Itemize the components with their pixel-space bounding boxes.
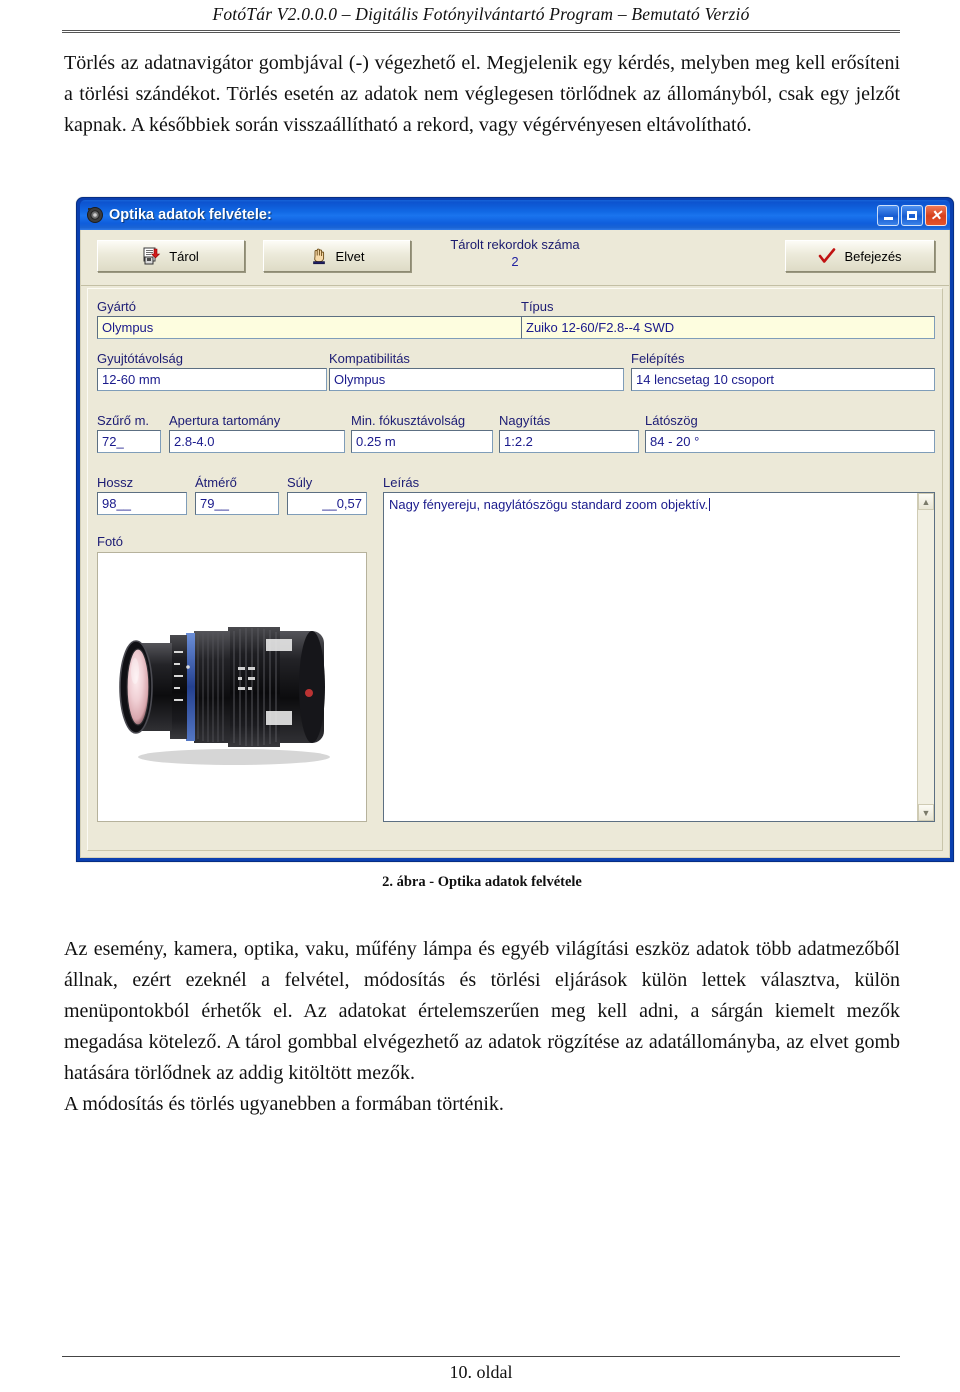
field-leiras-text-wrap[interactable]: Nagy fényereju, nagylátószögu standard z… — [384, 493, 917, 821]
field-kompatibilitas-input[interactable]: Olympus — [329, 368, 624, 391]
field-gyarto: Gyártó Olympus — [97, 298, 531, 339]
olympus-zoom-lens-photo — [119, 627, 330, 765]
field-szuro: Szűrő m. 72_ — [97, 412, 161, 453]
dialog-toolbar: Tárol Elvet Tárolt rekordok száma 2 Befe… — [81, 230, 949, 286]
field-felepites-input[interactable]: 14 lencsetag 10 csoport — [631, 368, 935, 391]
maximize-icon[interactable] — [901, 204, 923, 226]
field-leiras-label: Leírás — [383, 475, 420, 490]
close-icon[interactable]: ✕ — [925, 204, 947, 226]
dialog-titlebar: Optika adatok felvétele: ✕ — [80, 200, 950, 230]
field-min-fokusz: Min. fókusztávolság 0.25 m — [351, 412, 493, 453]
field-szuro-label: Szűrő m. — [97, 413, 150, 428]
field-atmero-input[interactable]: 79__ — [195, 492, 279, 515]
photo-label: Fotó — [97, 534, 124, 549]
page-number: 10. oldal — [449, 1362, 513, 1382]
save-disk-icon — [143, 247, 161, 265]
save-button-label: Tárol — [169, 248, 199, 264]
field-atmero-label: Átmérő — [195, 475, 237, 490]
field-apertura: Apertura tartomány 2.8-4.0 — [169, 412, 345, 453]
field-nagyitas: Nagyítás 1:2.2 — [499, 412, 639, 453]
field-nagyitas-input[interactable]: 1:2.2 — [499, 430, 639, 453]
field-latoszog-input[interactable]: 84 - 20 ° — [645, 430, 935, 453]
window-controls: ✕ — [877, 204, 947, 226]
field-szuro-input[interactable]: 72_ — [97, 430, 161, 453]
field-kompatibilitas-label: Kompatibilitás — [329, 351, 410, 366]
field-min-fokusz-label: Min. fókusztávolság — [351, 413, 466, 428]
field-felepites: Felépítés 14 lencsetag 10 csoport — [631, 350, 935, 391]
optika-dialog-window: Optika adatok felvétele: ✕ Tárol Elvet T… — [76, 197, 954, 862]
field-tipus-label: Típus — [521, 299, 554, 314]
dialog-client-area: Tárol Elvet Tárolt rekordok száma 2 Befe… — [80, 230, 950, 858]
cancel-button[interactable]: Elvet — [263, 240, 411, 272]
body-paragraph: Az esemény, kamera, optika, vaku, műfény… — [64, 934, 900, 1120]
optika-form: Gyártó Olympus Típus Zuiko 12-60/F2.8--4… — [81, 286, 949, 857]
field-latoszog: Látószög 84 - 20 ° — [645, 412, 935, 453]
field-atmero: Átmérő 79__ — [195, 474, 279, 515]
cancel-button-label: Elvet — [335, 248, 365, 264]
field-apertura-input[interactable]: 2.8-4.0 — [169, 430, 345, 453]
field-leiras-value: Nagy fényereju, nagylátószögu standard z… — [389, 497, 709, 512]
field-apertura-label: Apertura tartomány — [169, 413, 281, 428]
field-suly-label: Súly — [287, 475, 313, 490]
field-gyujtotavolsag-label: Gyujtótávolság — [97, 351, 183, 366]
field-kompatibilitas: Kompatibilitás Olympus — [329, 350, 624, 391]
scroll-down-icon[interactable]: ▼ — [918, 804, 934, 821]
finish-button[interactable]: Befejezés — [785, 240, 935, 272]
field-gyujtotavolsag: Gyujtótávolság 12-60 mm — [97, 350, 327, 391]
figure-caption: 2. ábra - Optika adatok felvétele — [382, 874, 582, 890]
hand-stop-icon — [310, 247, 328, 265]
field-gyarto-input[interactable]: Olympus — [97, 316, 531, 339]
field-hossz-label: Hossz — [97, 475, 134, 490]
field-felepites-label: Felépítés — [631, 351, 685, 366]
save-button[interactable]: Tárol — [97, 240, 245, 272]
field-leiras-memo[interactable]: Nagy fényereju, nagylátószögu standard z… — [383, 492, 935, 822]
finish-button-label: Befejezés — [844, 248, 902, 264]
checkmark-icon — [818, 247, 836, 265]
field-tipus: Típus Zuiko 12-60/F2.8--4 SWD — [521, 298, 935, 339]
dialog-title: Optika adatok felvétele: — [109, 207, 272, 223]
field-nagyitas-label: Nagyítás — [499, 413, 551, 428]
body-paragraph-last-line: A módosítás és törlés ugyanebben a formá… — [64, 1093, 504, 1115]
field-hossz-input[interactable]: 98__ — [97, 492, 187, 515]
text-caret — [709, 498, 711, 511]
page-header: FotóTár V2.0.0.0 – Digitális Fotónyilván… — [212, 4, 750, 24]
body-paragraph-main: Az esemény, kamera, optika, vaku, műfény… — [64, 938, 900, 1084]
header-divider — [62, 30, 900, 33]
field-gyujtotavolsag-input[interactable]: 12-60 mm — [97, 368, 327, 391]
minimize-icon[interactable] — [877, 204, 899, 226]
memo-scrollbar[interactable]: ▲ ▼ — [917, 493, 934, 821]
field-gyarto-label: Gyártó — [97, 299, 137, 314]
field-suly-input[interactable]: __0,57 — [287, 492, 367, 515]
footer-divider — [62, 1356, 900, 1357]
intro-paragraph: Törlés az adatnavigátor gombjával (-) vé… — [64, 52, 900, 136]
scroll-up-icon[interactable]: ▲ — [918, 493, 934, 510]
field-latoszog-label: Látószög — [645, 413, 698, 428]
field-hossz: Hossz 98__ — [97, 474, 187, 515]
app-camera-icon — [86, 206, 104, 224]
field-tipus-input[interactable]: Zuiko 12-60/F2.8--4 SWD — [521, 316, 935, 339]
field-min-fokusz-input[interactable]: 0.25 m — [351, 430, 493, 453]
photo-box[interactable] — [97, 552, 367, 822]
field-suly: Súly __0,57 — [287, 474, 367, 515]
